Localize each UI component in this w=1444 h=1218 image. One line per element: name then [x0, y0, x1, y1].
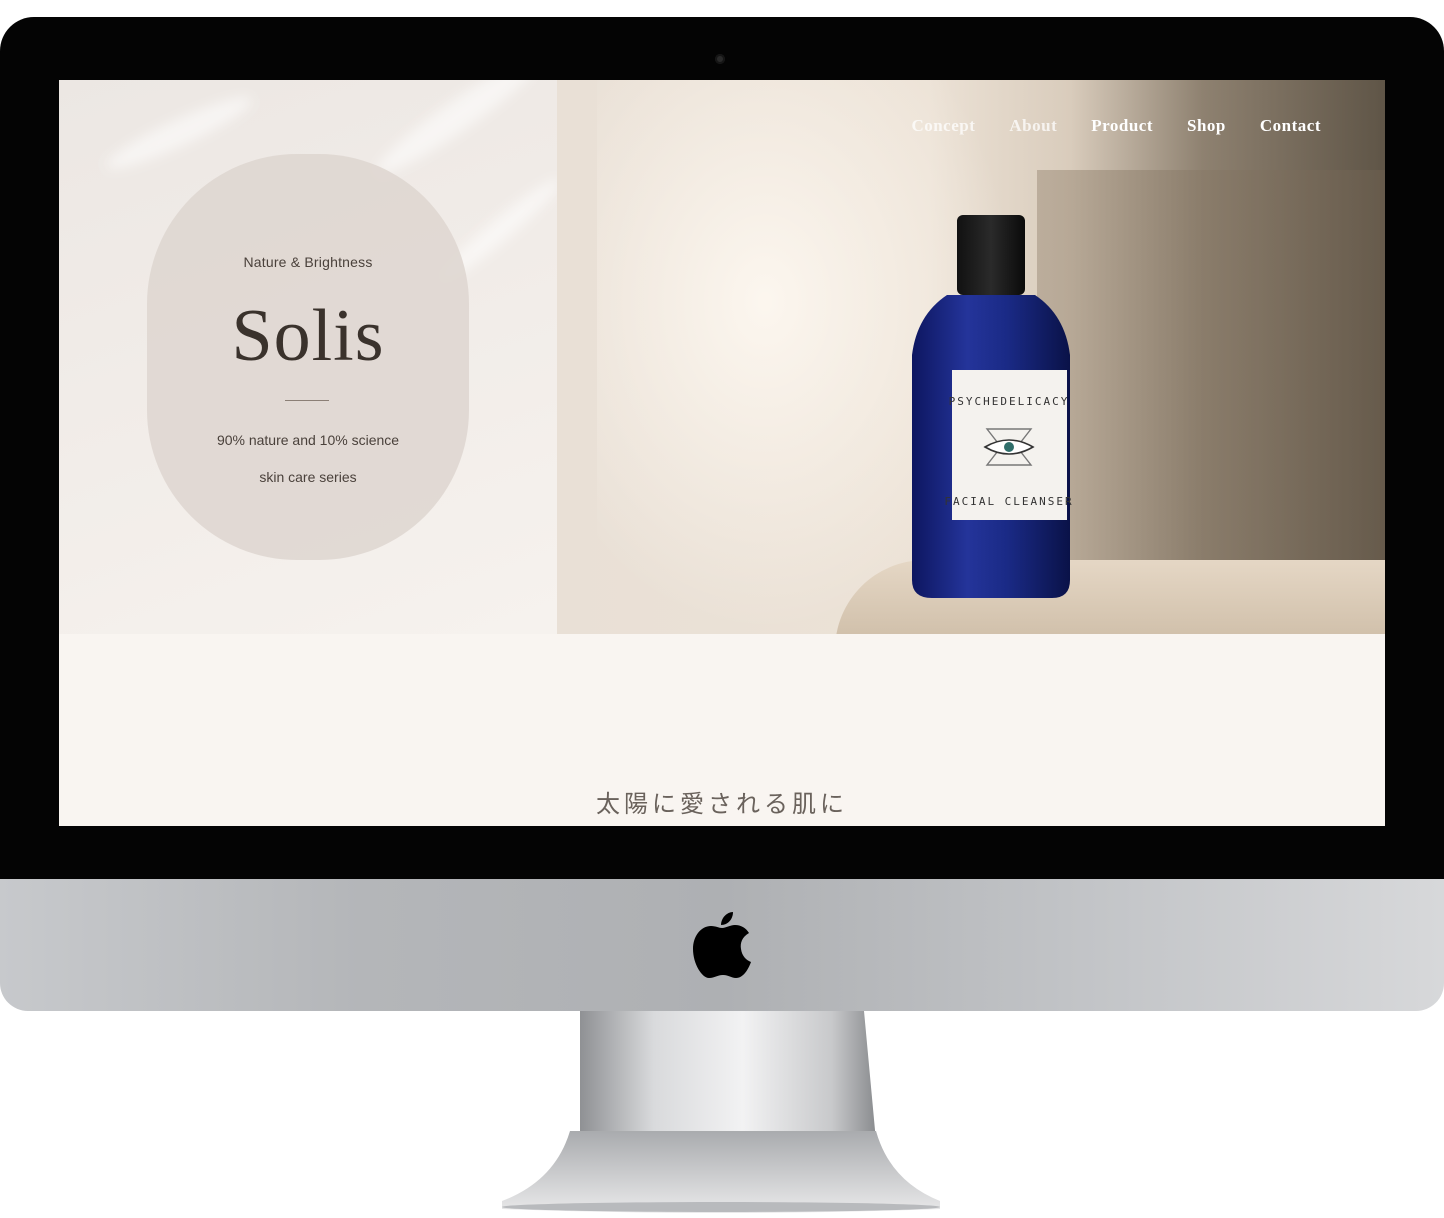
camera-icon [715, 54, 725, 64]
nav-about[interactable]: About [1009, 116, 1057, 136]
label-top-text: PSYCHEDELICACY [949, 395, 1070, 408]
hero-capsule: Nature & Brightness Solis 90% nature and… [147, 154, 469, 560]
product-bottle: PSYCHEDELICACY FACIAL CLEANSER [912, 215, 1073, 598]
intro-heading: 太陽に愛される肌に [596, 790, 848, 818]
hero-tagline: Nature & Brightness [243, 254, 373, 270]
hero-description-line2: skin care series [259, 469, 357, 485]
monitor-stand [502, 1011, 940, 1213]
main-nav: Concept About Product Shop Contact [911, 116, 1321, 136]
brand-title: Solis [231, 295, 385, 377]
nav-shop[interactable]: Shop [1187, 116, 1226, 136]
nav-product[interactable]: Product [1091, 116, 1153, 136]
leaf-shadow [101, 87, 257, 179]
website-screen: Nature & Brightness Solis 90% nature and… [59, 80, 1385, 826]
nav-contact[interactable]: Contact [1260, 116, 1321, 136]
background-box [1037, 170, 1385, 560]
divider [285, 400, 329, 401]
label-bottom-text: FACIAL CLEANSER [944, 495, 1073, 508]
apple-logo-icon [693, 912, 751, 978]
hero-product-photo: PSYCHEDELICACY FACIAL CLEANSER Concept A… [557, 80, 1385, 634]
nav-concept[interactable]: Concept [911, 116, 975, 136]
leaf-shadow [368, 80, 550, 185]
hero-description-line1: 90% nature and 10% science [216, 432, 400, 448]
hero-left-panel: Nature & Brightness Solis 90% nature and… [59, 80, 557, 634]
